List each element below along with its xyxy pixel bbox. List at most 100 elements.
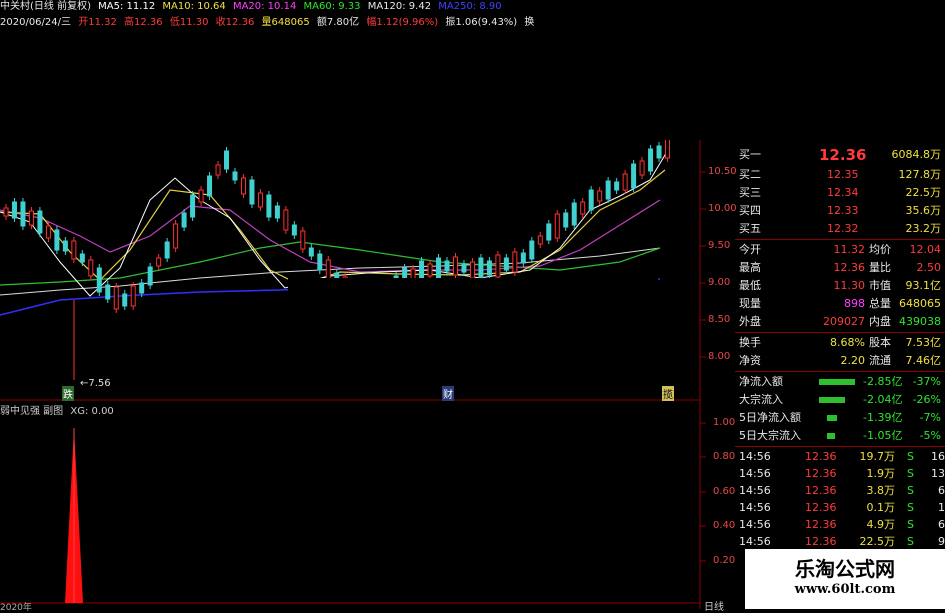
sub-tick: 0.60	[713, 486, 736, 497]
candle-body	[639, 160, 645, 176]
candle-body	[62, 240, 68, 252]
ma250-label: MA250: 8.90	[438, 1, 502, 12]
candle-body	[207, 175, 213, 197]
quote-label: 总量	[869, 297, 891, 310]
flow-label: 净流入额	[739, 375, 783, 388]
marker-fall[interactable]: 跌	[62, 386, 74, 401]
order-label: 买二	[739, 168, 761, 181]
quote-value: 209027	[823, 315, 865, 328]
order-price: 12.33	[827, 204, 859, 217]
candle-body	[291, 224, 297, 236]
tick-count: 6	[938, 518, 945, 531]
flow-row: 大宗流入 -2.04亿 -26%	[735, 391, 945, 409]
candle-body	[597, 190, 603, 202]
candle-body	[317, 253, 323, 271]
info-close: 收12.36	[215, 17, 255, 28]
price-tick: 9.50	[708, 240, 731, 251]
order-row[interactable]: 买三 12.34 22.5万	[735, 184, 945, 202]
order-vol: 127.8万	[898, 168, 942, 181]
flow-label: 5日大宗流入	[739, 429, 801, 442]
candle-body	[190, 194, 196, 218]
candle-body	[512, 251, 518, 273]
candle-body	[308, 247, 314, 257]
order-row[interactable]: 买五 12.32 23.2万	[735, 220, 945, 238]
candle-body	[96, 267, 102, 293]
order-label: 买一	[739, 148, 761, 161]
candle-body	[164, 241, 170, 259]
marker-cai[interactable]: 财	[442, 386, 454, 401]
order-row[interactable]: 买二 12.35 127.8万	[735, 166, 945, 184]
tick-side: S	[907, 467, 914, 480]
tick-time: 14:56	[739, 467, 771, 480]
marker-lin[interactable]: 揽	[662, 386, 674, 401]
tick-row[interactable]: 14:56 12.36 19.7万 S 16	[735, 448, 945, 466]
order-vol: 35.6万	[905, 204, 942, 217]
flow-bar	[827, 433, 835, 439]
candle-body	[198, 189, 204, 203]
candle-body	[648, 148, 654, 172]
candle-body	[173, 223, 179, 249]
order-row[interactable]: 买四 12.33 35.6万	[735, 202, 945, 220]
candle-body	[554, 213, 560, 239]
ma60-label: MA60: 9.33	[303, 1, 361, 12]
quote-row: 最高 12.36 量比 2.50	[735, 259, 945, 277]
flow-bar	[819, 397, 845, 403]
candle-body	[656, 145, 662, 159]
tick-vol: 4.9万	[866, 518, 896, 531]
order-row[interactable]: 买一 12.36 6084.8万	[735, 144, 945, 166]
candle-body	[71, 240, 77, 260]
tick-row[interactable]: 14:56 12.36 0.1万 S 1	[735, 499, 945, 517]
candle-body	[156, 257, 162, 267]
tick-price: 12.36	[805, 501, 837, 514]
quote-label: 均价	[869, 243, 891, 256]
stat-label: 换手	[739, 336, 761, 349]
price-tick: 8.00	[708, 351, 731, 362]
candle-body	[300, 230, 306, 250]
tick-side: S	[907, 501, 914, 514]
period-label[interactable]: 日线	[704, 598, 724, 613]
flow-row: 净流入额 -2.85亿 -37%	[735, 373, 945, 391]
quote-row: 现量 898 总量 648065	[735, 295, 945, 313]
tick-row[interactable]: 14:56 12.36 3.8万 S 6	[735, 482, 945, 500]
quote-panel: 买一 12.36 6084.8万 买二 12.35 127.8万 买三 12.3…	[735, 140, 945, 609]
stat-label: 流通	[869, 354, 891, 367]
sub-tick: 0.80	[713, 451, 736, 462]
stat-value: 8.68%	[830, 336, 865, 349]
flow-bar	[819, 379, 855, 385]
tick-row[interactable]: 14:56 12.36 1.9万 S 13	[735, 465, 945, 483]
quote-value: 12.04	[909, 243, 942, 256]
candle-body	[130, 285, 136, 307]
ma-header: 中关村(日线 前复权) MA5: 11.12 MA10: 10.64 MA20:…	[0, 0, 535, 14]
candle-body	[122, 293, 128, 307]
bottom-year: 2020年	[0, 603, 32, 613]
order-label: 买四	[739, 204, 761, 217]
tick-vol: 3.8万	[866, 484, 896, 497]
flow-value: -1.05亿	[863, 429, 903, 442]
flow-pct: -37%	[912, 375, 941, 388]
flow-value: -2.04亿	[863, 393, 903, 406]
candle-body	[224, 150, 230, 170]
watermark-url: www.60lt.com	[794, 582, 896, 597]
candle-body	[215, 164, 221, 176]
subchart-xg: XG: 0.00	[70, 406, 114, 417]
order-label: 买三	[739, 186, 761, 199]
quote-label: 量比	[869, 261, 891, 274]
ma5-label: MA5: 11.12	[98, 1, 156, 12]
candle-body	[461, 263, 467, 273]
tick-vol: 1.9万	[866, 467, 896, 480]
flow-pct: -7%	[919, 411, 941, 424]
tick-row[interactable]: 14:56 12.36 4.9万 S 6	[735, 516, 945, 534]
sub-tick: 1.00	[713, 417, 736, 428]
tick-side: S	[907, 484, 914, 497]
candle-body	[665, 137, 671, 159]
info-volume: 量648065	[261, 17, 310, 28]
price-tick: 10.50	[708, 166, 737, 177]
candle-body	[436, 257, 442, 279]
ohlc-infobar: 2020/06/24/三 开11.32 高12.36 低11.30 收12.36…	[0, 16, 535, 30]
flow-row: 5日大宗流入 -1.05亿 -5%	[735, 427, 945, 445]
candle-body	[11, 201, 17, 219]
candle-body	[520, 252, 526, 264]
info-amplitude: 振1.06(9.43%)	[445, 17, 518, 28]
tick-count: 6	[938, 484, 945, 497]
candle-body	[20, 201, 26, 227]
